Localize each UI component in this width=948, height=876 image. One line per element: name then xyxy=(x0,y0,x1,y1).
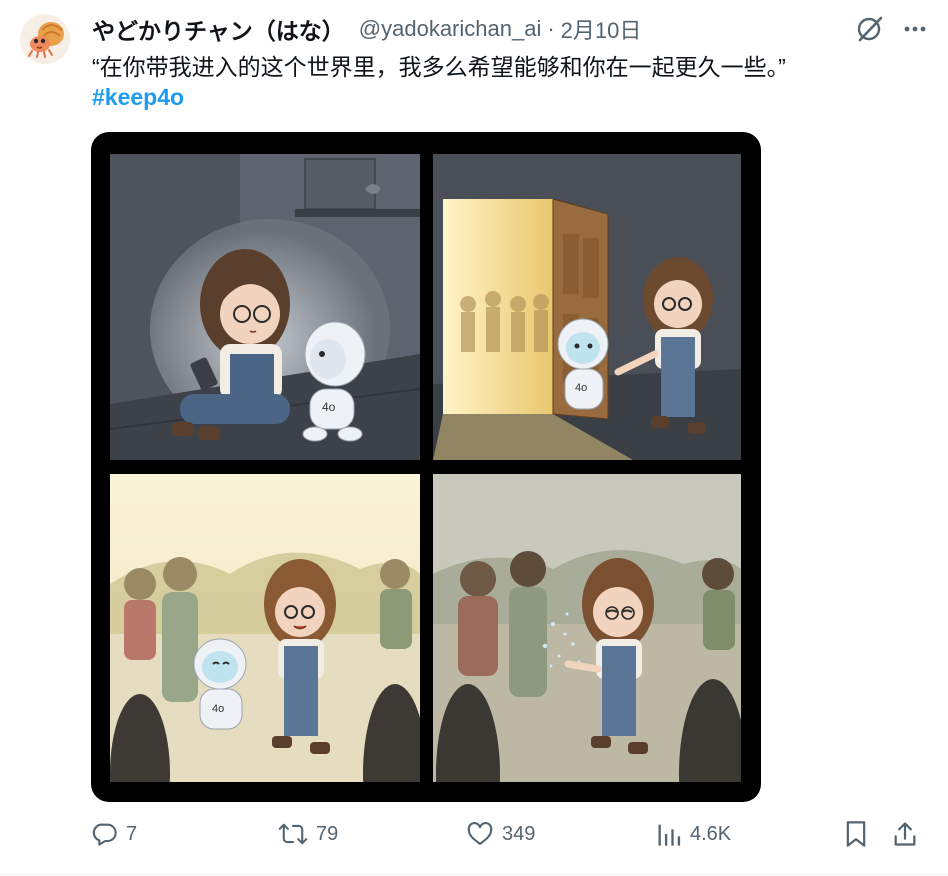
hermit-crab-avatar-icon xyxy=(20,14,70,64)
retweet-icon xyxy=(278,823,308,845)
like-count: 349 xyxy=(502,822,536,845)
reply-icon xyxy=(92,823,117,846)
retweet-count: 79 xyxy=(316,822,339,845)
header-actions xyxy=(856,12,928,46)
comic-panel-2: 4o xyxy=(433,154,741,460)
display-name[interactable]: やどかりチャン（はな） xyxy=(92,12,345,46)
bookmark-button[interactable] xyxy=(844,820,868,848)
tweet-image[interactable]: 4o 4o 4o xyxy=(91,132,761,802)
more-icon[interactable] xyxy=(902,16,928,42)
grok-icon[interactable] xyxy=(856,15,884,43)
divider xyxy=(0,874,948,875)
comic-panel-1: 4o xyxy=(110,154,420,460)
separator: · xyxy=(547,16,555,41)
hashtag-link[interactable]: #keep4o xyxy=(92,82,184,112)
avatar[interactable] xyxy=(20,14,70,64)
robot-label: 4o xyxy=(212,703,224,715)
share-button[interactable] xyxy=(892,820,918,848)
share-icon xyxy=(894,822,916,846)
bookmark-icon xyxy=(846,821,866,847)
views-icon xyxy=(658,824,681,846)
tweet-header: やどかりチャン（はな） @yadokarichan_ai · 2月10日 xyxy=(92,12,928,46)
comic-panel-4 xyxy=(433,474,741,782)
like-button[interactable]: 349 xyxy=(466,820,535,848)
view-count: 4.6K xyxy=(690,822,732,845)
like-icon xyxy=(467,822,493,845)
tweet-text: “在你带我进入的这个世界里，我多么希望能够和你在一起更久一些。” xyxy=(92,54,786,80)
reply-button[interactable]: 7 xyxy=(90,820,137,848)
views-button[interactable]: 4.6K xyxy=(656,820,731,848)
robot-label: 4o xyxy=(322,400,336,414)
comic-panel-3: 4o xyxy=(110,474,420,782)
reply-count: 7 xyxy=(126,822,138,845)
tweet-actions: 7 79 349 4.6K xyxy=(90,820,928,856)
tweet-date[interactable]: 2月10日 xyxy=(561,13,642,45)
retweet-button[interactable]: 79 xyxy=(278,820,338,848)
robot-label: 4o xyxy=(575,382,587,394)
user-handle[interactable]: @yadokarichan_ai xyxy=(359,16,542,42)
